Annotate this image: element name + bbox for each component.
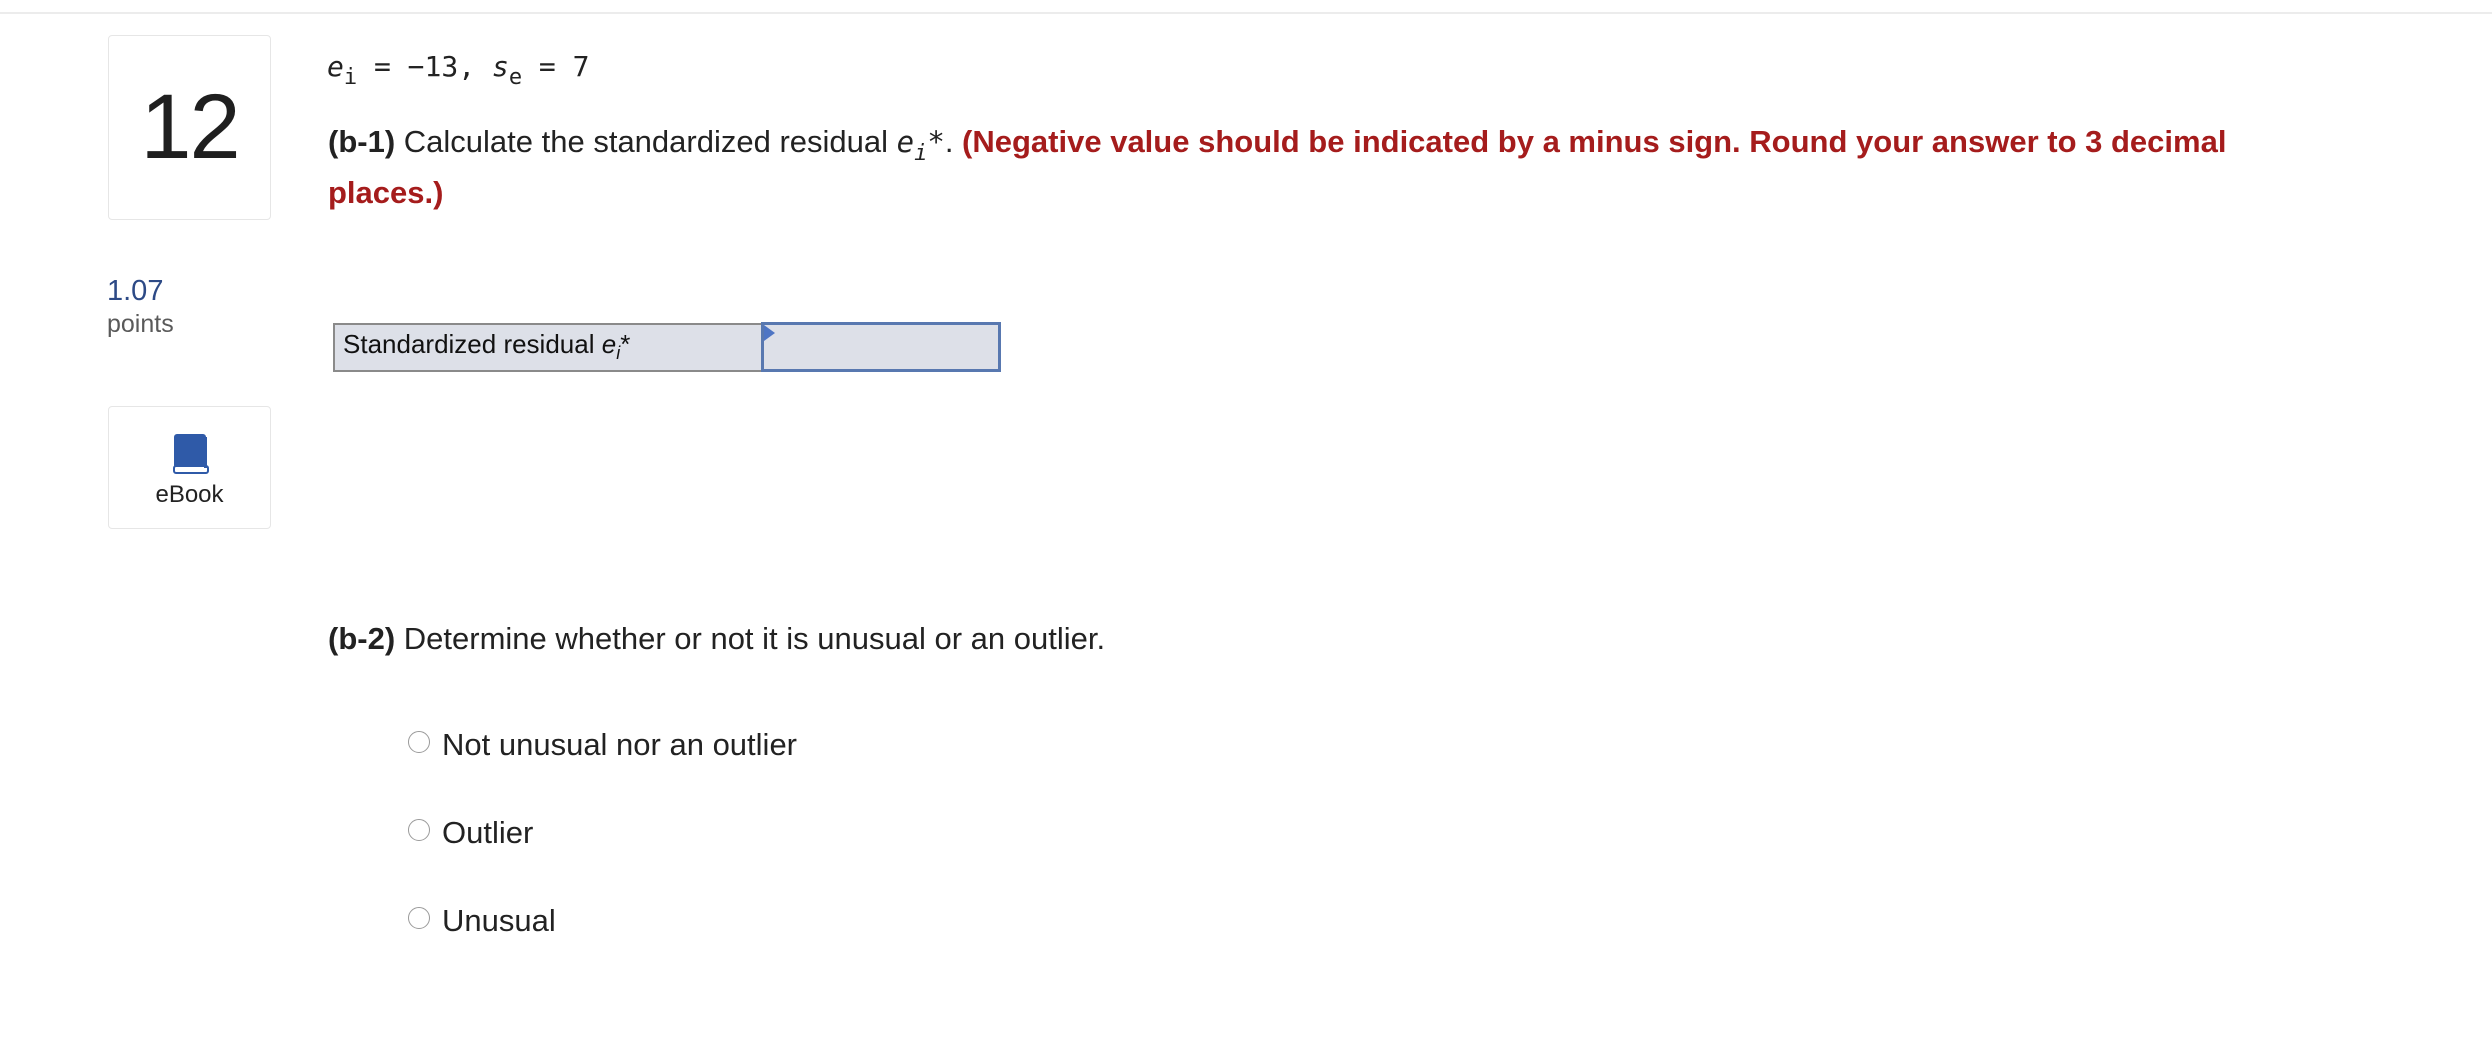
radio-button[interactable] [408, 819, 430, 841]
points-label: points [107, 310, 174, 338]
option-outlier[interactable]: Outlier [408, 811, 797, 855]
answer-row-label: Standardized residual ei* [333, 322, 763, 372]
formula-e-var: e [327, 50, 344, 83]
ebook-button[interactable]: eBook [108, 406, 271, 529]
answer-table: Standardized residual ei* [333, 322, 1001, 372]
part-b2-prompt: (b-2) Determine whether or not it is unu… [328, 621, 1105, 657]
given-values: ei = −13, se = 7 [327, 50, 590, 90]
points-value: 1.07 [107, 275, 164, 307]
book-icon [173, 434, 209, 474]
formula-s-var: s [491, 50, 509, 83]
option-unusual[interactable]: Unusual [408, 899, 797, 943]
formula-s-sub: e [508, 65, 523, 90]
option-label: Unusual [442, 903, 556, 938]
option-not-unusual[interactable]: Not unusual nor an outlier [408, 723, 797, 767]
points-block: 1.07 points [107, 274, 174, 340]
radio-button[interactable] [408, 907, 430, 929]
formula-e-value: = −13, [357, 50, 492, 83]
answer-row: Standardized residual ei* [333, 322, 1001, 372]
standardized-residual-input[interactable] [763, 327, 998, 367]
formula-e-sub: i [343, 65, 358, 90]
part-b2-tag: (b-2) [328, 621, 396, 656]
answer-options: Not unusual nor an outlier Outlier Unusu… [408, 723, 797, 987]
formula-s-value: = 7 [522, 50, 590, 83]
part-b2-text: Determine whether or not it is unusual o… [395, 621, 1106, 656]
option-label: Outlier [442, 815, 534, 850]
part-b1-tag: (b-1) [328, 124, 396, 159]
part-b1-var: ei* [896, 125, 945, 166]
answer-cell [760, 322, 1001, 372]
option-label: Not unusual nor an outlier [442, 727, 798, 762]
flag-marker-icon [763, 325, 775, 341]
part-b1-period: . [944, 124, 963, 159]
ebook-label: eBook [155, 481, 224, 508]
question-number: 12 [108, 35, 271, 220]
top-divider [0, 12, 2492, 14]
part-b1-prompt: (b-1) Calculate the standardized residua… [328, 122, 2328, 212]
part-b1-text: Calculate the standardized residual [395, 124, 897, 159]
radio-button[interactable] [408, 731, 430, 753]
